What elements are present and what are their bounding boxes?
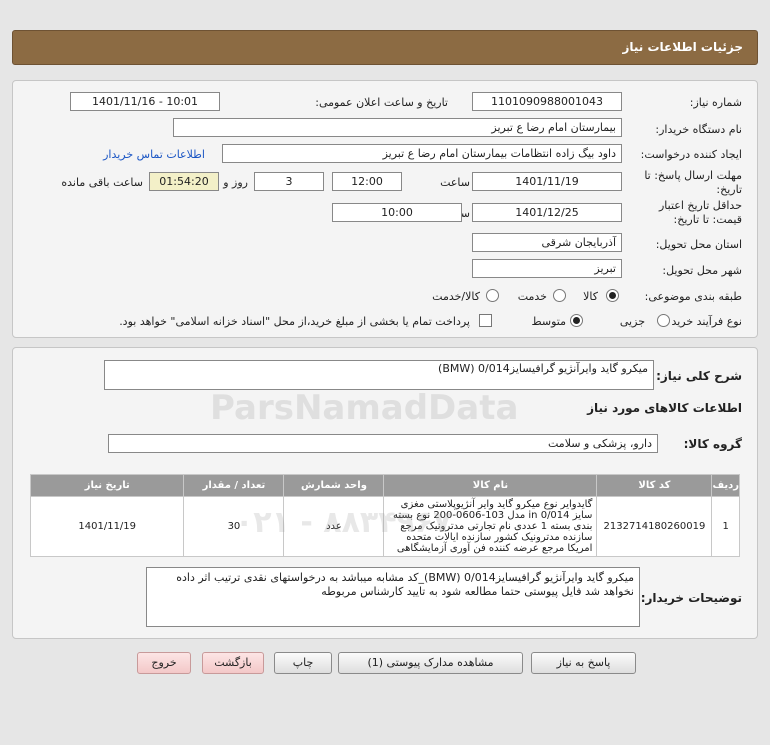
- goods-group-field: دارو، پزشکی و سلامت: [108, 434, 658, 453]
- summary-label: شرح کلی نیاز:: [656, 369, 742, 383]
- col-header-index: ردیف: [711, 474, 740, 497]
- price-validity-date-field: 1401/12/25: [472, 203, 622, 222]
- price-validity-time-field: 10:00: [332, 203, 462, 222]
- col-header-qty: تعداد / مقدار: [183, 474, 285, 497]
- buyer-notes-field: میکرو گاید وایرآنژیو گرافیسایز0/014 (BMW…: [146, 567, 640, 627]
- process-radio-minor[interactable]: [657, 314, 670, 327]
- category-radio-service[interactable]: [553, 289, 566, 302]
- page-title: جزئیات اطلاعات نیاز: [12, 30, 758, 65]
- col-header-unit: واحد شمارش: [283, 474, 385, 497]
- category-option-service: خدمت: [517, 290, 547, 303]
- buyer-org-label: نام دستگاه خریدار:: [655, 123, 742, 136]
- cell-qty: 30: [183, 496, 285, 557]
- back-button[interactable]: بازگشت: [202, 652, 264, 674]
- treasury-docs-checkbox[interactable]: [479, 314, 492, 327]
- buyer-org-field: بیمارستان امام رضا ع تبریز: [173, 118, 622, 137]
- category-option-goods: کالا: [583, 290, 598, 303]
- process-radio-medium[interactable]: [570, 314, 583, 327]
- print-button[interactable]: چاپ: [274, 652, 332, 674]
- requester-label: ایجاد کننده درخواست:: [640, 148, 742, 161]
- process-option-medium: متوسط: [531, 315, 566, 328]
- treasury-docs-text: پرداخت تمام یا بخشی از مبلغ خرید،از محل …: [119, 315, 470, 328]
- summary-field: میکرو گاید وایرآنژیو گرافیسایز0/014 (BMW…: [104, 360, 654, 390]
- col-header-name: نام کالا: [383, 474, 598, 497]
- delivery-province-label: استان محل تحویل:: [655, 238, 742, 251]
- category-radio-goods-service[interactable]: [486, 289, 499, 302]
- buyer-contact-link[interactable]: اطلاعات تماس خریدار: [103, 148, 205, 161]
- remaining-time-label: ساعت باقی مانده: [61, 176, 143, 189]
- col-header-code: کد کالا: [596, 474, 713, 497]
- process-option-minor: جزیی: [619, 315, 645, 328]
- reply-time-field: 12:00: [332, 172, 402, 191]
- cell-unit: عدد: [283, 496, 385, 557]
- need-number-label: شماره نیاز:: [689, 96, 742, 109]
- goods-section-title: اطلاعات کالاهای مورد نیاز: [587, 401, 742, 415]
- exit-button[interactable]: خروج: [137, 652, 191, 674]
- cell-code: 2132714180260019: [596, 496, 713, 557]
- announce-datetime-field: 1401/11/16 - 10:01: [70, 92, 220, 111]
- need-number-field: 1101090988001043: [472, 92, 622, 111]
- reply-date-field: 1401/11/19: [472, 172, 622, 191]
- reply-days-label: روز و: [223, 176, 248, 189]
- announce-datetime-label: تاریخ و ساعت اعلان عمومی:: [315, 96, 448, 109]
- remaining-time-field: 01:54:20: [149, 172, 219, 191]
- reply-deadline-label: مهلت ارسال پاسخ: تا: [644, 169, 742, 182]
- category-label: طبقه بندی موضوعی:: [644, 290, 742, 303]
- delivery-city-field: تبریز: [472, 259, 622, 278]
- goods-group-label: گروه کالا:: [683, 437, 742, 451]
- cell-date: 1401/11/19: [29, 496, 185, 557]
- delivery-city-label: شهر محل تحویل:: [662, 264, 742, 277]
- reply-deadline-label-2: تاریخ:: [716, 183, 742, 196]
- cell-index: 1: [711, 496, 740, 557]
- reply-days-field: 3: [254, 172, 324, 191]
- category-radio-goods[interactable]: [606, 289, 619, 302]
- attachments-button[interactable]: مشاهده مدارک پیوستی (1): [338, 652, 523, 674]
- cell-name: گایدوایر نوع میکرو گاید وایر آنژیوپلاستی…: [383, 496, 598, 557]
- reply-button[interactable]: پاسخ به نیاز: [531, 652, 636, 674]
- buyer-notes-label: توضیحات خریدار:: [640, 591, 742, 605]
- process-type-label: نوع فرآیند خرید :: [664, 315, 742, 328]
- price-validity-label: حداقل تاریخ اعتبار: [658, 199, 742, 212]
- requester-field: داود بیگ زاده انتظامات بیمارستان امام رض…: [222, 144, 622, 163]
- col-header-date: تاریخ نیاز: [29, 474, 185, 497]
- reply-time-label: ساعت: [440, 176, 470, 189]
- table-row: 1 2132714180260019 گایدوایر نوع میکرو گا…: [29, 496, 740, 557]
- delivery-province-field: آذربایجان شرقی: [472, 233, 622, 252]
- price-validity-label-2: قیمت: تا تاریخ:: [673, 213, 742, 226]
- items-table: ردیف کد کالا نام کالا واحد شمارش تعداد /…: [29, 474, 740, 557]
- category-option-goods-service: کالا/خدمت: [432, 290, 480, 303]
